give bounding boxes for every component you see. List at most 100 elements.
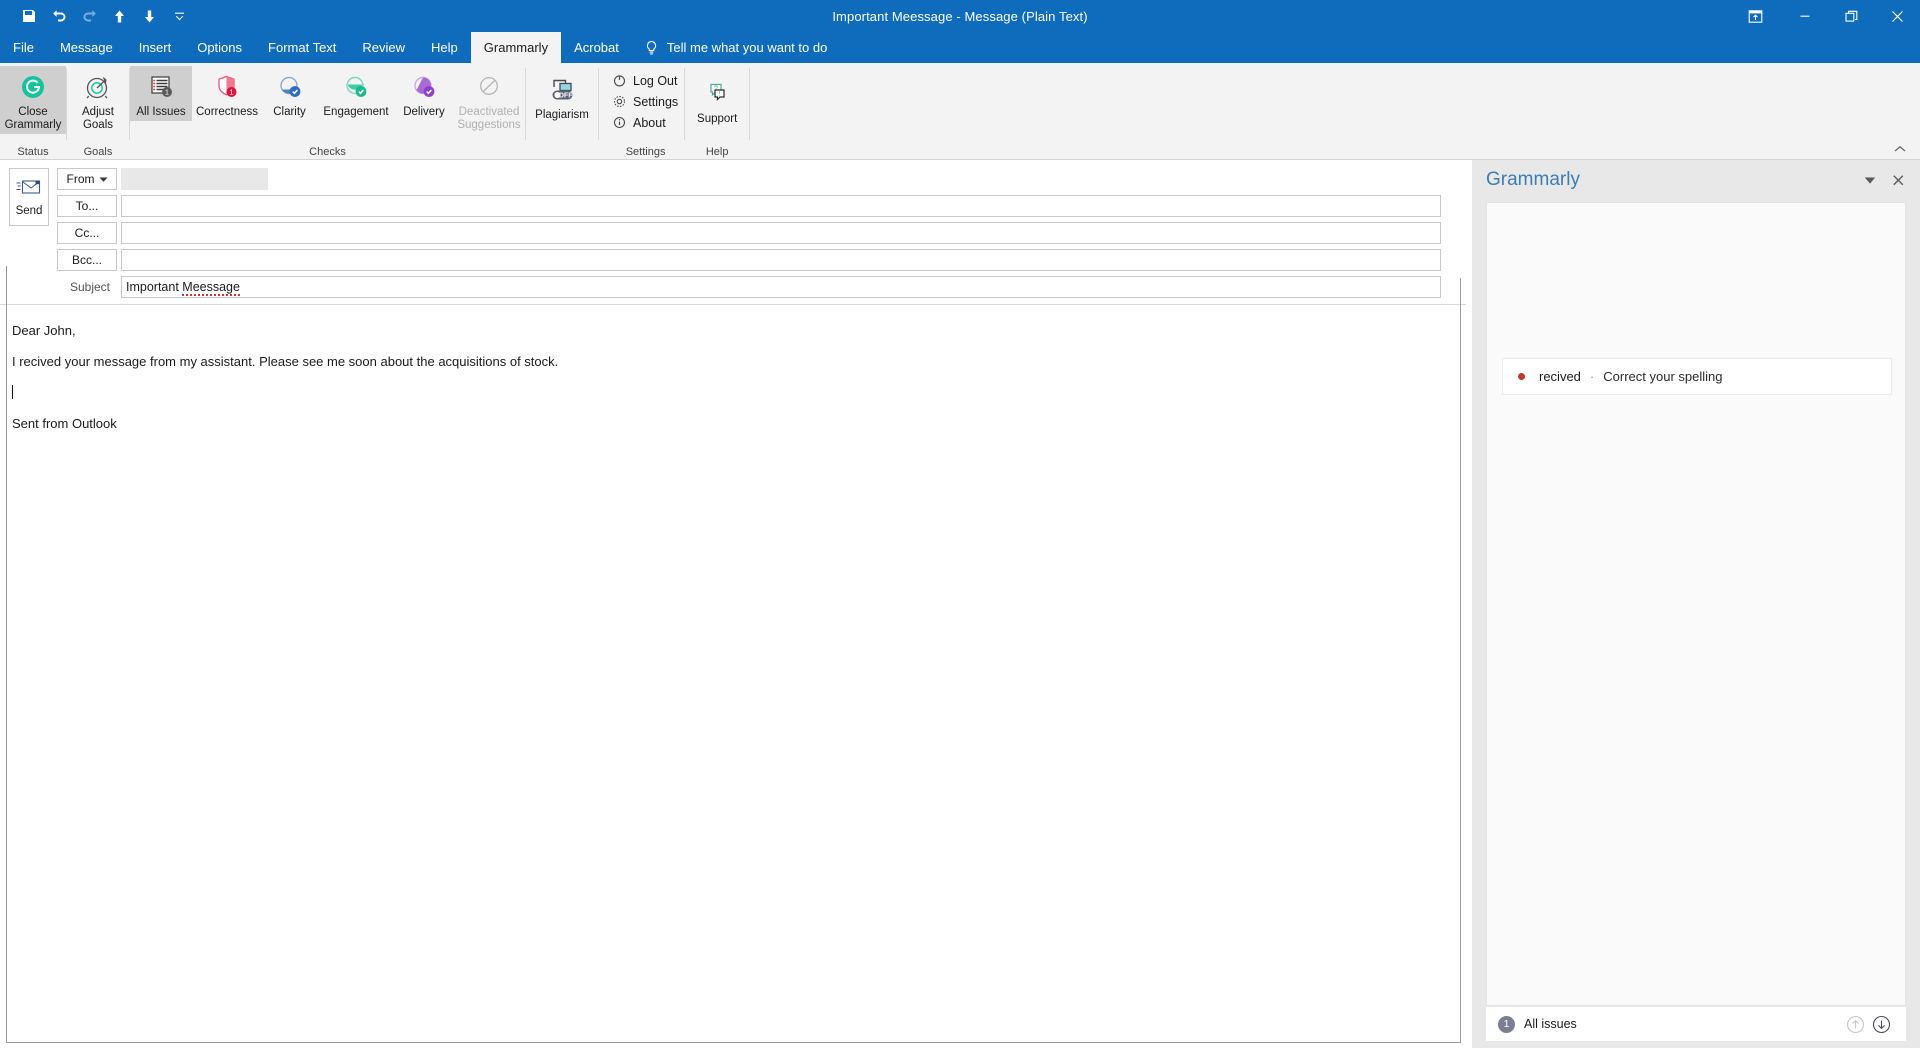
suggestion-card[interactable]: recived · Correct your spelling — [1502, 358, 1892, 395]
all-issues-footer-label: All issues — [1524, 1017, 1577, 1031]
from-label: From — [66, 172, 95, 186]
plagiarism-button[interactable]: OFF Plagiarism — [526, 69, 598, 124]
all-issues-button[interactable]: 1 All Issues — [130, 66, 192, 121]
ribbon-group-help-label: Help — [705, 146, 729, 158]
support-button[interactable]: ? ! Support — [685, 73, 749, 128]
customize-quick-access-toolbar-icon[interactable] — [164, 2, 194, 30]
svg-text:!: ! — [719, 91, 721, 98]
ribbon-display-options-icon[interactable] — [1728, 0, 1782, 32]
ribbon-group-status: Close Grammarly Status — [0, 63, 66, 160]
engagement-check-icon — [342, 70, 370, 104]
log-out-label: Log Out — [633, 73, 678, 88]
field-row-bcc: Bcc... — [0, 247, 1466, 273]
cc-input[interactable] — [121, 222, 1441, 244]
suggestion-description: Correct your spelling — [1603, 369, 1723, 384]
grammarly-panel-footer: 1 All issues — [1486, 1007, 1906, 1041]
minimize-icon[interactable] — [1782, 0, 1828, 32]
engagement-label: Engagement — [323, 106, 389, 118]
window-title: Important Meessage - Message (Plain Text… — [832, 8, 1088, 24]
message-body[interactable]: Dear John, I recived your message from m… — [0, 305, 1466, 1045]
engagement-button[interactable]: Engagement — [317, 66, 395, 121]
log-out-menu-item[interactable]: Log Out — [607, 71, 684, 90]
collapse-ribbon-icon[interactable] — [1892, 142, 1908, 156]
gear-icon — [613, 95, 626, 108]
clarity-label: Clarity — [273, 106, 306, 118]
info-icon — [613, 116, 626, 129]
subject-label: Subject — [69, 280, 110, 294]
ribbon-group-checks: 1 All Issues 1 Correctness Clarity Engag… — [130, 63, 525, 160]
ribbon-group-settings: Log Out Settings About Settings — [599, 63, 684, 160]
tab-review[interactable]: Review — [349, 32, 418, 63]
tab-options[interactable]: Options — [184, 32, 255, 63]
to-label: To... — [75, 199, 99, 213]
from-button[interactable]: From — [57, 168, 117, 190]
send-button-label: Send — [15, 204, 43, 217]
tab-format-text[interactable]: Format Text — [255, 32, 349, 63]
settings-menu-item[interactable]: Settings — [607, 92, 684, 111]
about-label: About — [633, 115, 666, 130]
body-paragraph: I recived your message from my assistant… — [12, 354, 559, 369]
tell-me-search[interactable]: Tell me what you want to do — [632, 32, 839, 63]
tab-grammarly[interactable]: Grammarly — [470, 32, 562, 63]
close-icon[interactable] — [1874, 0, 1920, 32]
restore-icon[interactable] — [1828, 0, 1874, 32]
tab-acrobat[interactable]: Acrobat — [561, 32, 632, 63]
subject-input[interactable]: Important Meessage — [121, 276, 1441, 298]
cc-button[interactable]: Cc... — [57, 222, 117, 244]
body-caret-line — [12, 385, 1466, 400]
save-icon[interactable] — [14, 2, 44, 30]
tab-insert[interactable]: Insert — [126, 32, 185, 63]
arrow-up-circle-icon[interactable] — [1842, 1011, 1868, 1037]
arrow-down-circle-icon[interactable] — [1868, 1011, 1894, 1037]
cc-label: Cc... — [74, 226, 100, 240]
delivery-check-icon — [410, 70, 438, 104]
grammarly-logo-icon — [19, 70, 47, 104]
message-header: Send From To... Cc... Bcc... Subject Imp… — [0, 160, 1466, 300]
bcc-input[interactable] — [121, 249, 1441, 271]
to-input[interactable] — [121, 195, 1441, 217]
to-button[interactable]: To... — [57, 195, 117, 217]
chevron-down-icon[interactable] — [1856, 166, 1884, 194]
tab-message[interactable]: Message — [47, 32, 126, 63]
ribbon-group-goals-label: Goals — [83, 146, 113, 158]
window-controls — [1728, 0, 1920, 32]
ribbon-group-help: ? ! Support Help — [685, 63, 749, 160]
send-button[interactable]: Send — [9, 168, 49, 226]
correctness-button[interactable]: 1 Correctness — [192, 66, 262, 121]
field-row-cc: Cc... — [0, 220, 1466, 246]
tab-help[interactable]: Help — [418, 32, 471, 63]
about-menu-item[interactable]: About — [607, 113, 684, 132]
close-grammarly-button[interactable]: Close Grammarly — [0, 66, 66, 134]
adjust-goals-button[interactable]: Adjust Goals — [67, 66, 129, 134]
tab-file[interactable]: File — [0, 32, 47, 63]
deactivated-suggestions-button[interactable]: Deactivated Suggestions — [453, 66, 525, 134]
suggestion-separator: · — [1589, 369, 1595, 384]
clarity-button[interactable]: Clarity — [262, 66, 317, 121]
plagiarism-label: Plagiarism — [535, 109, 589, 121]
delivery-button[interactable]: Delivery — [395, 66, 453, 121]
subject-misspelled-word: Meessage — [182, 280, 240, 296]
suggestion-word: recived — [1539, 369, 1581, 384]
ribbon-group-plagiarism: OFF Plagiarism — [526, 63, 598, 160]
settings-menu: Log Out Settings About — [599, 66, 684, 132]
send-envelope-icon — [16, 178, 42, 201]
title-bar: Important Meessage - Message (Plain Text… — [0, 0, 1920, 32]
severity-dot-icon — [1518, 373, 1525, 380]
undo-icon[interactable] — [44, 2, 74, 30]
clarity-check-icon — [276, 70, 304, 104]
ribbon-group-plagiarism-label — [526, 144, 598, 160]
close-grammarly-label: Close Grammarly — [4, 106, 62, 131]
plagiarism-toggle-off-icon: OFF — [543, 73, 581, 107]
close-icon[interactable] — [1884, 166, 1912, 194]
next-item-icon[interactable] — [134, 2, 164, 30]
target-goal-icon — [83, 70, 113, 104]
body-left-rule — [6, 266, 7, 280]
chevron-down-icon — [99, 176, 108, 183]
grammarly-suggestions-list: recived · Correct your spelling — [1486, 202, 1906, 1006]
from-value[interactable] — [121, 168, 268, 190]
redo-icon[interactable] — [74, 2, 104, 30]
tell-me-label: Tell me what you want to do — [666, 40, 828, 55]
bcc-button[interactable]: Bcc... — [57, 249, 117, 271]
ribbon: Close Grammarly Status Adjust Goals Goal… — [0, 63, 1920, 160]
previous-item-icon[interactable] — [104, 2, 134, 30]
